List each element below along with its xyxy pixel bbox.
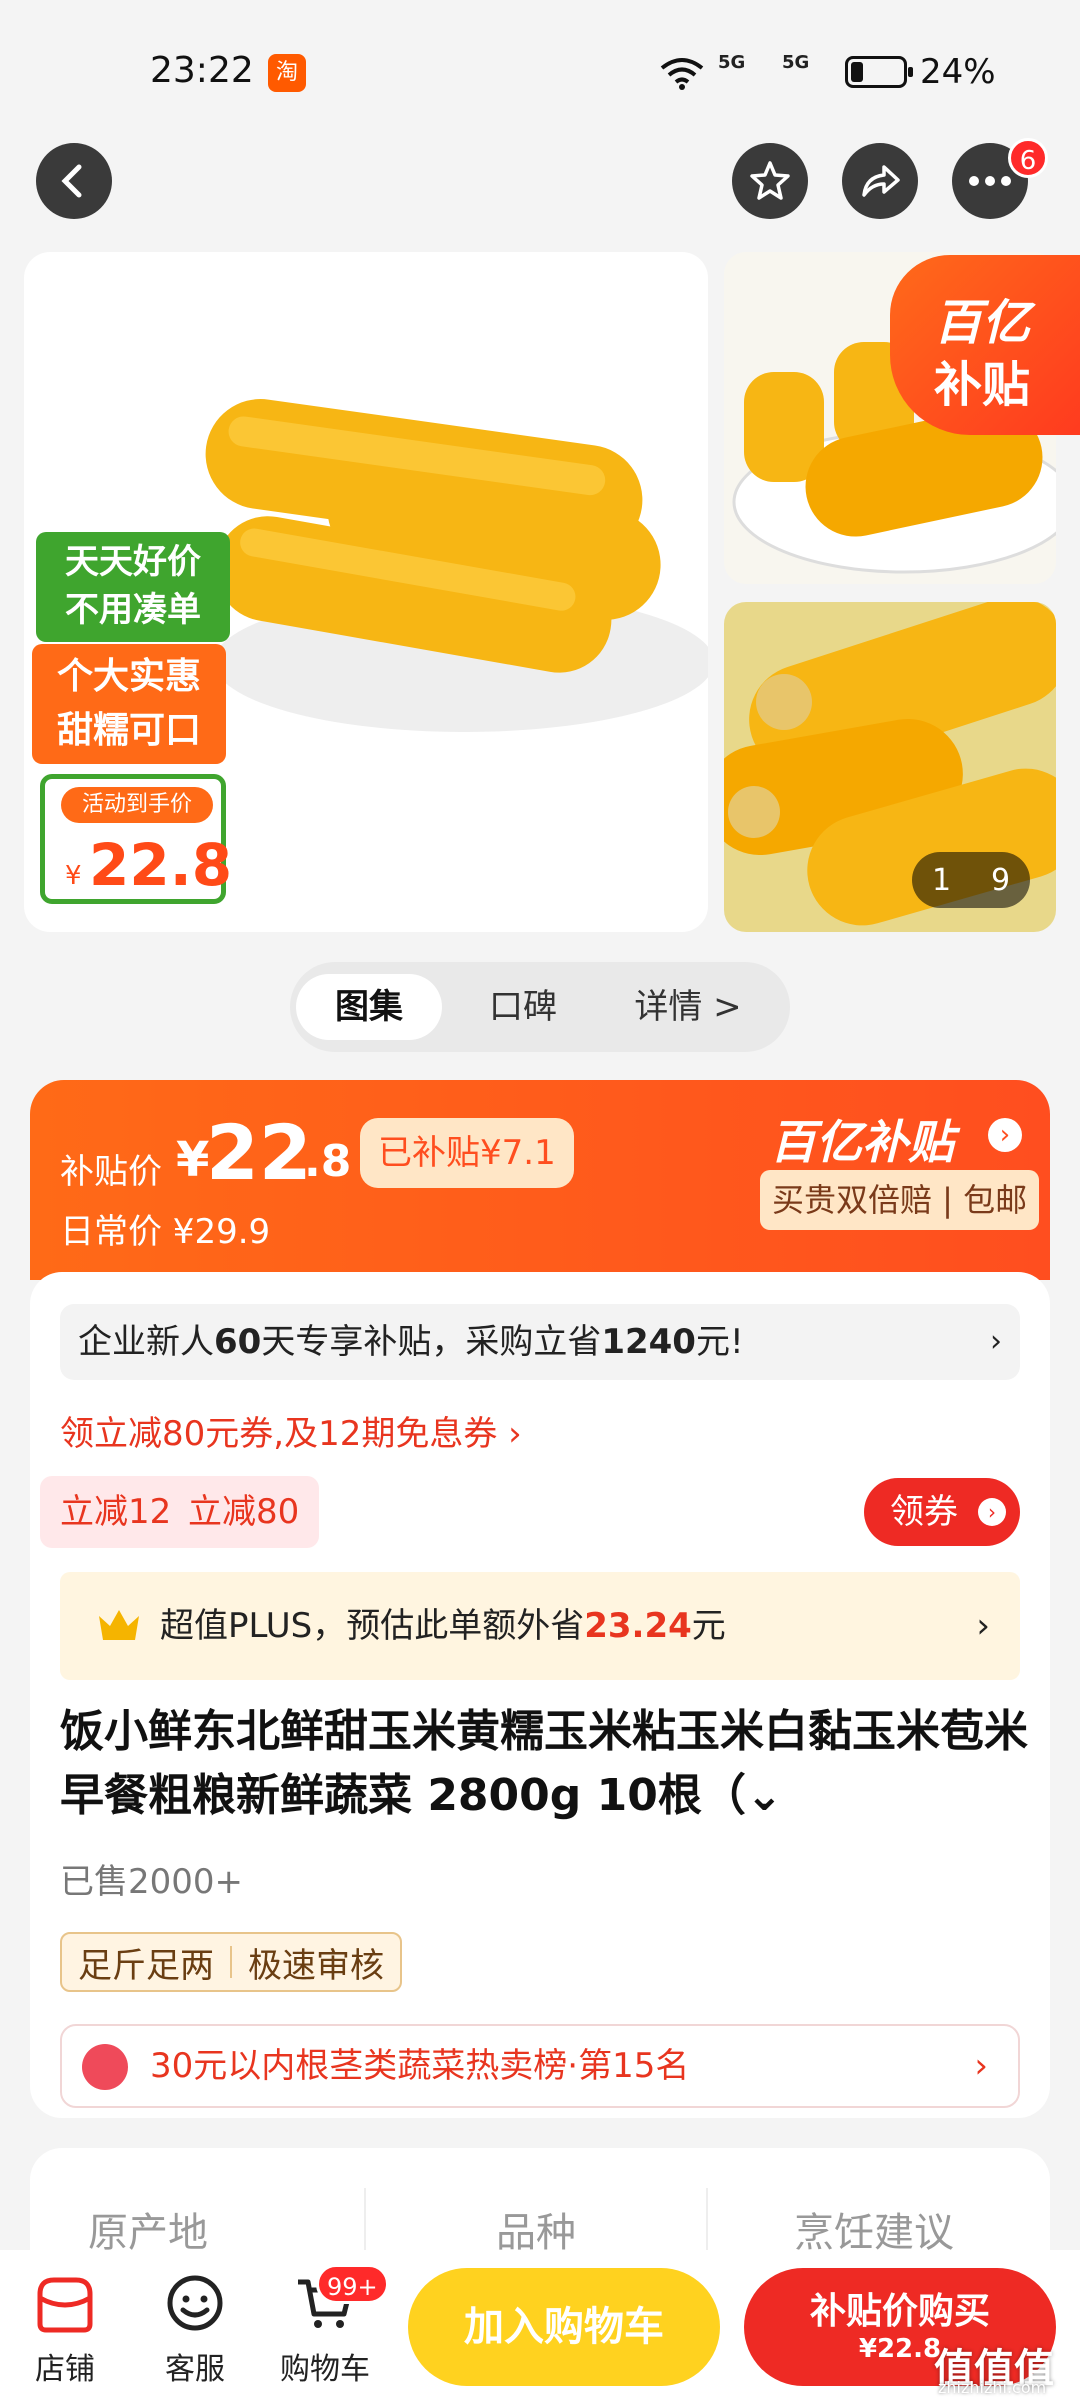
- cart-label: 购物车: [280, 2352, 370, 2387]
- plus-savings-banner[interactable]: 超值PLUS，预估此单额外省23.24元 ›: [60, 1572, 1020, 1680]
- subsidy-price-label: 补贴价: [60, 1152, 162, 1192]
- share-icon: [862, 165, 900, 197]
- wifi-icon: [660, 58, 704, 90]
- guarantee-badge: 买贵双倍赔 | 包邮: [760, 1170, 1040, 1230]
- ranking-medal-icon: [82, 2044, 128, 2090]
- sticker-green-line1: 天天好价: [65, 542, 201, 582]
- customer-service-label: 客服: [165, 2352, 225, 2387]
- signal-icon-1: 5G: [718, 52, 746, 73]
- subsidy-brand-link[interactable]: 百亿补贴: [770, 1106, 954, 1172]
- sticker-orange-line2: 甜糯可口: [56, 710, 201, 751]
- cart-count-badge: 99+: [316, 2264, 389, 2304]
- newuser-amount: 1240: [601, 1322, 696, 1362]
- ranking-text: 30元以内根茎类蔬菜热卖榜·第15名: [150, 2046, 690, 2086]
- watermark-url: zhizhizhi.com: [938, 2378, 1047, 2397]
- share-button[interactable]: [842, 143, 918, 219]
- feature-tag-2: 极速审核: [248, 1945, 384, 1986]
- status-bar: 23:22 淘 5G 5G 24%: [0, 0, 1080, 140]
- corner-brand-line1: 百亿: [934, 295, 1031, 351]
- tab-details[interactable]: 详情 >: [604, 974, 772, 1040]
- price-decimal: .8: [304, 1136, 352, 1187]
- claim-coupon-button[interactable]: 领券 ›: [864, 1478, 1020, 1546]
- signal-icon-2: 5G: [782, 52, 810, 73]
- ranking-banner[interactable]: 30元以内根茎类蔬菜热卖榜·第15名 ›: [60, 2024, 1020, 2108]
- sold-count: 已售2000+: [60, 1862, 244, 1902]
- coupon-offer-link[interactable]: 领立减80元券,及12期免息券 ›: [60, 1406, 522, 1455]
- sticker-price-tag: 活动到手价: [61, 787, 213, 823]
- tab-gallery[interactable]: 图集: [296, 974, 442, 1040]
- claim-coupon-label: 领券: [890, 1492, 958, 1532]
- daily-price: 日常价 ¥29.9: [60, 1212, 271, 1252]
- newuser-text-c: 元!: [695, 1322, 744, 1362]
- chevron-right-icon: ›: [976, 1606, 990, 1646]
- new-user-subsidy-banner[interactable]: 企业新人60天专享补贴，采购立省1240元! ›: [60, 1304, 1020, 1380]
- newuser-text-a: 企业新人: [78, 1322, 214, 1362]
- store-button[interactable]: 店铺: [10, 2272, 120, 2388]
- product-title[interactable]: 饭小鲜东北鲜甜玉米黄糯玉米粘玉米白黏玉米苞米 早餐粗粮新鲜蔬菜 2800g 10…: [60, 1700, 1040, 1828]
- taobao-app-icon: 淘: [268, 54, 306, 92]
- plus-text-b: 元: [691, 1606, 726, 1646]
- feature-tag-1: 足斤足两: [78, 1945, 214, 1986]
- subsidy-corner-badge: 百亿 补贴: [890, 255, 1080, 435]
- store-label: 店铺: [35, 2352, 95, 2387]
- plus-amount: 23.24: [584, 1606, 692, 1646]
- battery-icon: [845, 56, 913, 88]
- more-icon: [969, 176, 1011, 186]
- sticker-currency: ¥: [65, 861, 82, 891]
- status-time: 23:22: [150, 50, 254, 91]
- newuser-days: 60: [214, 1322, 262, 1362]
- sticker-green-line2: 不用凑单: [65, 590, 201, 630]
- customer-service-button[interactable]: 客服: [140, 2272, 250, 2388]
- discount-chip-2[interactable]: 立减80: [168, 1476, 320, 1548]
- chevron-right-icon: ›: [978, 1498, 1006, 1526]
- promo-sticker-price: 活动到手价 ¥ 22.8: [40, 774, 232, 904]
- price-integer: 22: [206, 1108, 312, 1197]
- price-banner: 补贴价 ¥ 22 .8 已补贴¥7.1 日常价 ¥29.9 百亿补贴 › 买贵双…: [30, 1080, 1050, 1280]
- chevron-right-icon: ›: [990, 1324, 1002, 1359]
- sticker-orange-line1: 个大实惠: [56, 656, 201, 697]
- star-icon: [750, 161, 790, 200]
- battery-percent: 24%: [920, 52, 996, 92]
- product-info-card: 企业新人60天专享补贴，采购立省1240元! › 领立减80元券,及12期免息券…: [30, 1272, 1050, 2118]
- image-counter: 1 9: [912, 852, 1030, 908]
- promo-sticker-green: 天天好价 不用凑单: [36, 532, 230, 642]
- back-button[interactable]: [36, 143, 112, 219]
- chevron-right-icon: ›: [988, 1118, 1022, 1152]
- store-icon: [37, 2277, 93, 2333]
- sticker-price-value: 22.8: [89, 831, 233, 899]
- buy-now-label: 补贴价购买: [809, 2291, 990, 2332]
- corner-brand-line2: 补贴: [934, 357, 1031, 413]
- chevron-right-icon: ›: [974, 2046, 988, 2086]
- tab-reviews[interactable]: 口碑: [452, 974, 594, 1040]
- newuser-text-b: 天专享补贴，采购立省: [261, 1322, 602, 1362]
- crown-icon: [99, 1610, 139, 1640]
- image-counter-current: 1: [931, 862, 952, 898]
- media-tabs: 图集 口碑 详情 >: [290, 962, 790, 1052]
- image-counter-total: 9: [990, 862, 1011, 898]
- price-currency: ¥: [176, 1132, 210, 1188]
- promo-sticker-orange: 个大实惠 甜糯可口: [32, 644, 226, 764]
- favorite-button[interactable]: [732, 143, 808, 219]
- subsidized-amount-badge: 已补贴¥7.1: [360, 1118, 574, 1188]
- notification-badge: 6: [1008, 138, 1048, 178]
- feature-tags: 足斤足两 极速审核: [60, 1932, 402, 1992]
- back-arrow-icon: [61, 164, 82, 198]
- add-to-cart-button[interactable]: 加入购物车: [408, 2268, 720, 2386]
- plus-text-a: 超值PLUS，预估此单额外省: [160, 1606, 585, 1646]
- customer-service-icon: [167, 2275, 223, 2331]
